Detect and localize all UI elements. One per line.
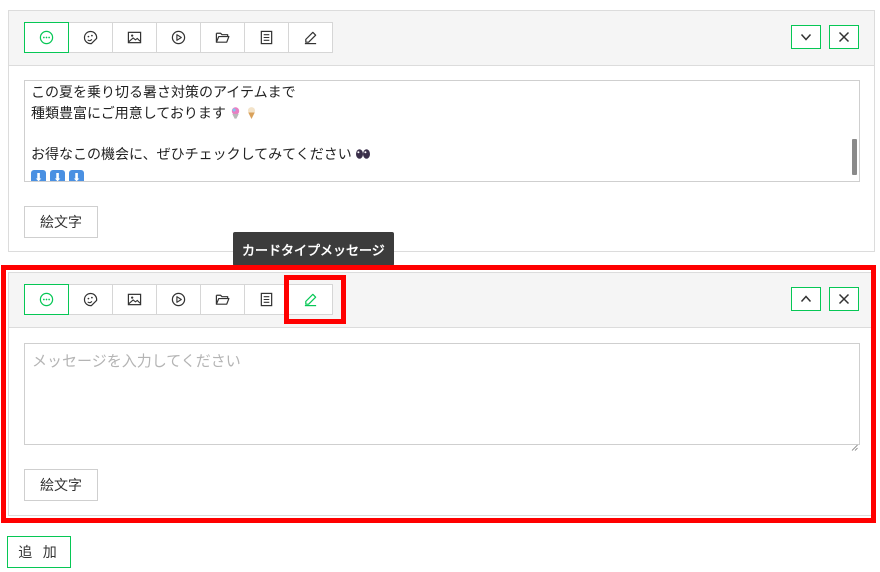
chevron-down-icon	[800, 33, 812, 41]
message-line	[31, 124, 853, 145]
down-arrow-icon: ⬇	[69, 170, 84, 181]
pencil-icon	[304, 293, 317, 307]
text-message-button[interactable]	[24, 284, 69, 315]
pencil-icon	[304, 31, 317, 45]
chevron-up-icon	[800, 295, 812, 303]
collapse-button[interactable]	[791, 25, 821, 49]
sticker-button[interactable]	[68, 284, 113, 315]
folder-button[interactable]	[200, 284, 245, 315]
shaved-ice-icon	[231, 106, 240, 119]
rich-message-icon	[260, 30, 273, 45]
message-panel-2: メッセージを入力してください 絵文字	[8, 272, 875, 516]
emoji-button[interactable]: 絵文字	[24, 469, 98, 501]
message-textarea[interactable]: この夏を乗り切る暑さ対策のアイテムまで 種類豊富にご用意しております お得なこの…	[24, 80, 860, 182]
emoji-button[interactable]: 絵文字	[24, 206, 98, 238]
close-icon	[838, 31, 850, 43]
image-icon	[127, 293, 142, 306]
folder-icon	[215, 32, 230, 43]
video-button[interactable]	[156, 284, 201, 315]
message-line: ⬇ ⬇ ⬇	[31, 165, 853, 181]
text-message-button[interactable]	[24, 22, 69, 53]
image-icon	[127, 31, 142, 44]
message-line: 種類豊富にご用意しております	[31, 104, 853, 125]
close-button[interactable]	[829, 25, 859, 49]
close-button[interactable]	[829, 287, 859, 311]
resize-handle-icon[interactable]	[851, 436, 858, 451]
message-toolbar	[9, 11, 874, 66]
sticker-icon	[83, 30, 98, 45]
tooltip: カードタイプメッセージ	[233, 232, 394, 266]
eyes-icon	[355, 148, 370, 159]
resize-handle-icon[interactable]	[851, 173, 858, 180]
add-button[interactable]: 追 加	[7, 536, 71, 568]
text-message-icon	[39, 30, 54, 45]
sticker-icon	[83, 292, 98, 307]
text-message-icon	[39, 292, 54, 307]
down-arrow-icon: ⬇	[50, 170, 65, 181]
rich-message-icon	[260, 292, 273, 307]
close-icon	[838, 293, 850, 305]
card-type-button[interactable]	[288, 284, 333, 315]
message-toolbar	[9, 273, 874, 328]
video-icon	[171, 292, 186, 307]
message-line: お得なこの機会に、ぜひチェックしてみてください	[31, 145, 853, 166]
rich-message-button[interactable]	[244, 284, 289, 315]
folder-button[interactable]	[200, 22, 245, 53]
ice-cream-icon	[247, 106, 255, 119]
message-line: この夏を乗り切る暑さ対策のアイテムまで	[31, 85, 296, 101]
rich-message-button[interactable]	[244, 22, 289, 53]
expand-button[interactable]	[791, 287, 821, 311]
video-button[interactable]	[156, 22, 201, 53]
image-button[interactable]	[112, 284, 157, 315]
sticker-button[interactable]	[68, 22, 113, 53]
textarea-scrollbar[interactable]	[852, 139, 857, 175]
message-panel-1: この夏を乗り切る暑さ対策のアイテムまで 種類豊富にご用意しております お得なこの…	[8, 10, 875, 252]
card-type-button[interactable]	[288, 22, 333, 53]
video-icon	[171, 30, 186, 45]
image-button[interactable]	[112, 22, 157, 53]
message-placeholder: メッセージを入力してください	[32, 352, 241, 370]
folder-icon	[215, 294, 230, 305]
message-input[interactable]: メッセージを入力してください	[24, 343, 860, 451]
down-arrow-icon: ⬇	[31, 170, 46, 181]
